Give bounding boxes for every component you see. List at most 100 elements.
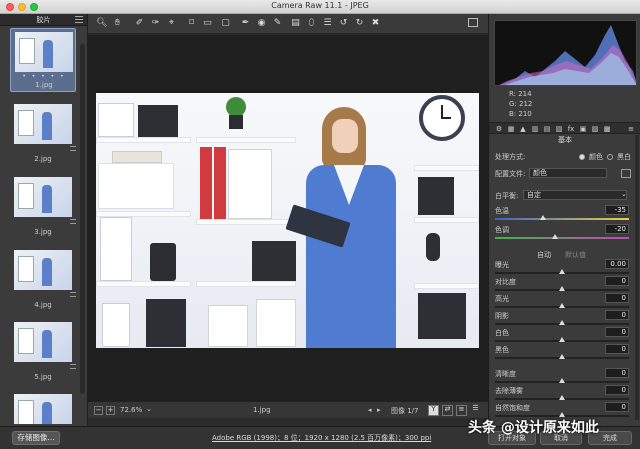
slider-value-field[interactable]: -35 bbox=[605, 205, 629, 215]
filmstrip-thumb-1[interactable]: • • • • • 1.jpg bbox=[10, 28, 76, 92]
swap-settings-icon[interactable]: ⇄ bbox=[442, 405, 453, 416]
trash-icon[interactable]: ✖ bbox=[370, 18, 381, 29]
white-box bbox=[102, 303, 130, 347]
straighten-icon[interactable]: ▭ bbox=[202, 18, 213, 29]
radial-filter-icon[interactable]: ⬯ bbox=[306, 18, 317, 29]
slider-knob[interactable] bbox=[540, 215, 547, 220]
filmstrip-thumb-4[interactable]: 4.jpg bbox=[10, 248, 76, 310]
slider-value-field[interactable]: 0 bbox=[605, 385, 629, 395]
workflow-options-link[interactable]: Adobe RGB (1998)；8 位；1920 x 1280 (2.5 百万… bbox=[212, 433, 431, 443]
spot-removal-icon[interactable]: ✒ bbox=[240, 18, 251, 29]
basic-tab-icon[interactable]: ⚙ bbox=[495, 125, 503, 133]
slider-track[interactable] bbox=[495, 303, 629, 308]
presets-tab-icon[interactable]: ▨ bbox=[591, 125, 599, 133]
treatment-bw-label: 黑白 bbox=[617, 153, 631, 161]
filmstrip-thumb-5[interactable]: 5.jpg bbox=[10, 320, 76, 382]
calibration-tab-icon[interactable]: ▣ bbox=[579, 125, 587, 133]
adjust-brush-icon[interactable]: ✎ bbox=[272, 18, 283, 29]
profile-browser-icon[interactable] bbox=[621, 169, 631, 178]
slider-label: 色温 bbox=[495, 207, 509, 215]
before-after-y-icon[interactable]: Y bbox=[428, 405, 439, 416]
thumbnail-image bbox=[14, 322, 72, 362]
transform-icon[interactable]: ▢ bbox=[220, 18, 231, 29]
image-preview-area[interactable] bbox=[88, 35, 488, 401]
filmstrip-menu-icon[interactable] bbox=[75, 16, 83, 23]
slider-track[interactable] bbox=[495, 337, 629, 342]
slider-knob[interactable] bbox=[559, 337, 565, 342]
prev-image-icon[interactable]: ◂ bbox=[368, 406, 372, 414]
slider-knob[interactable] bbox=[559, 320, 565, 325]
color-sampler-icon[interactable]: ✑ bbox=[150, 18, 161, 29]
target-adjust-icon[interactable]: ⌖ bbox=[166, 18, 177, 29]
zoom-in-button[interactable]: + bbox=[106, 406, 115, 415]
slider-value-field[interactable]: 0 bbox=[605, 310, 629, 320]
crop-icon[interactable]: ⌑ bbox=[186, 18, 197, 29]
slider-knob[interactable] bbox=[559, 354, 565, 359]
effects-tab-icon[interactable]: fx bbox=[567, 125, 575, 133]
slider-knob[interactable] bbox=[552, 234, 559, 239]
filmstrip-thumb-2[interactable]: 2.jpg bbox=[10, 102, 76, 164]
thumbnail-image bbox=[14, 177, 72, 217]
slider-track[interactable] bbox=[495, 395, 629, 400]
red-eye-icon[interactable]: ◉ bbox=[256, 18, 267, 29]
hsl-tab-icon[interactable]: ▥ bbox=[531, 125, 539, 133]
slider-knob[interactable] bbox=[559, 395, 565, 400]
slider-track[interactable] bbox=[495, 286, 629, 291]
rotate-ccw-icon[interactable]: ↺ bbox=[338, 18, 349, 29]
slider-value-field[interactable]: 0 bbox=[605, 368, 629, 378]
white-balance-icon[interactable]: ✐ bbox=[134, 18, 145, 29]
chevron-down-icon[interactable]: ⌄ bbox=[621, 190, 627, 198]
copy-settings-icon[interactable]: ≡ bbox=[456, 405, 467, 416]
rotate-cw-icon[interactable]: ↻ bbox=[354, 18, 365, 29]
slider-track[interactable] bbox=[495, 269, 629, 274]
slider-track[interactable] bbox=[495, 378, 629, 383]
treatment-color-radio[interactable] bbox=[579, 154, 585, 160]
detail-tab-icon[interactable]: ▲ bbox=[519, 125, 527, 133]
split-tone-tab-icon[interactable]: ▤ bbox=[543, 125, 551, 133]
slider-track[interactable] bbox=[495, 234, 629, 239]
treatment-bw-radio[interactable] bbox=[607, 154, 613, 160]
tone-curve-tab-icon[interactable]: ▦ bbox=[507, 125, 515, 133]
slider-track[interactable] bbox=[495, 320, 629, 325]
slider-value-field[interactable]: 0 bbox=[605, 293, 629, 303]
toggle-settings-icon[interactable]: ☰ bbox=[470, 405, 481, 416]
hand-icon[interactable]: ✋︎ bbox=[112, 18, 123, 29]
slider-value-field[interactable]: 0 bbox=[605, 402, 629, 412]
slider-value-field[interactable]: 0.00 bbox=[605, 259, 629, 269]
filmstrip-thumb-6[interactable] bbox=[10, 392, 76, 424]
panel-menu-icon[interactable]: ≡ bbox=[627, 125, 635, 133]
wb-select[interactable]: 自定 bbox=[523, 190, 627, 200]
slider-value-field[interactable]: -20 bbox=[605, 224, 629, 234]
rating-stars[interactable]: • • • • • bbox=[11, 73, 77, 80]
filmstrip-scrollbar[interactable] bbox=[80, 44, 85, 394]
zoom-out-button[interactable]: − bbox=[94, 406, 103, 415]
filmstrip-thumb-3[interactable]: 3.jpg bbox=[10, 175, 76, 237]
slider-knob[interactable] bbox=[559, 378, 565, 383]
rgb-readout-r: R: 214 bbox=[509, 90, 532, 98]
slider-track[interactable] bbox=[495, 215, 629, 220]
zoom-level-select[interactable]: 72.6% bbox=[120, 406, 142, 414]
auto-button[interactable]: 自动 bbox=[537, 250, 551, 260]
chevron-down-icon[interactable]: ⌄ bbox=[146, 405, 152, 413]
slider-value-field[interactable]: 0 bbox=[605, 276, 629, 286]
next-image-icon[interactable]: ▸ bbox=[377, 406, 381, 414]
save-image-button[interactable]: 存储图像... bbox=[12, 431, 60, 445]
zoom-icon[interactable]: 🔍︎ bbox=[96, 18, 107, 29]
slider-knob[interactable] bbox=[559, 286, 565, 291]
panel-scrollbar[interactable] bbox=[635, 135, 639, 420]
slider-value-field[interactable]: 0 bbox=[605, 344, 629, 354]
profile-select[interactable]: 颜色 bbox=[529, 168, 607, 178]
snapshots-tab-icon[interactable]: ▩ bbox=[603, 125, 611, 133]
slider-value-field[interactable]: 0 bbox=[605, 327, 629, 337]
slider-knob[interactable] bbox=[559, 303, 565, 308]
filmstrip-panel: 胶片 • • • • • 1.jpg 2.jpg 3.jpg 4.jpg 5.j… bbox=[0, 14, 88, 426]
preferences-icon[interactable]: ☰ bbox=[322, 18, 333, 29]
slider-knob[interactable] bbox=[559, 269, 565, 274]
default-button[interactable]: 默认值 bbox=[565, 250, 586, 260]
fullscreen-icon[interactable] bbox=[468, 18, 478, 27]
lens-tab-icon[interactable]: ▧ bbox=[555, 125, 563, 133]
graduated-filter-icon[interactable]: ▤ bbox=[290, 18, 301, 29]
slider-track[interactable] bbox=[495, 354, 629, 359]
red-binder bbox=[214, 147, 226, 219]
slider-row: 高光 0 bbox=[495, 293, 635, 310]
